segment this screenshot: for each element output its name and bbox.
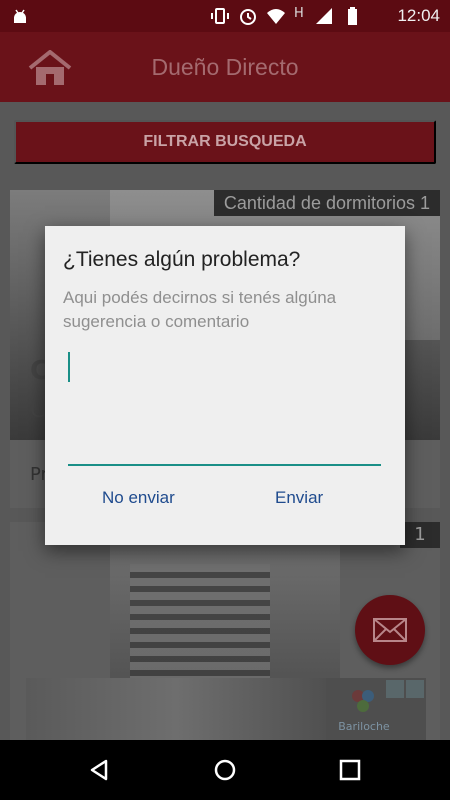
cancel-button[interactable]: No enviar [102, 488, 175, 508]
bedrooms-badge: 1 [400, 522, 440, 548]
ad-close-icon[interactable] [406, 680, 424, 698]
home-circle-icon[interactable] [213, 758, 237, 782]
recents-icon[interactable] [338, 758, 362, 782]
filter-search-button[interactable]: FILTRAR BUSQUEDA [14, 120, 436, 164]
navigation-bar [0, 740, 450, 800]
android-debug-icon [14, 9, 26, 23]
ad-info-icon[interactable] [386, 680, 404, 698]
dialog-message: Aqui podés decirnos si tenés algúna suge… [63, 288, 337, 331]
app-bar: Dueño Directo [0, 32, 450, 102]
mail-icon [373, 618, 407, 642]
bariloche-logo-icon [352, 690, 374, 712]
feedback-dialog: ¿Tienes algún problema? Aqui podés decir… [45, 226, 405, 545]
wifi-icon [266, 6, 286, 26]
ad-image [26, 678, 326, 740]
signal-icon [314, 6, 334, 26]
battery-icon [342, 6, 362, 26]
status-time: 12:04 [397, 6, 440, 25]
bedrooms-badge: Cantidad de dormitorios 1 [213, 190, 440, 216]
ad-logo: Bariloche [334, 686, 394, 733]
listing-subtitle: C [30, 398, 46, 423]
alarm-icon [238, 6, 258, 26]
back-icon[interactable] [88, 758, 112, 782]
ad-banner[interactable]: Bariloche [26, 678, 426, 740]
send-mail-fab[interactable] [355, 595, 425, 665]
network-type-label: H [294, 6, 304, 21]
feedback-input[interactable] [68, 346, 381, 466]
text-cursor [68, 352, 70, 382]
dialog-title: ¿Tienes algún problema? [63, 248, 301, 271]
vibrate-icon [210, 6, 230, 26]
status-bar: H 12:04 [0, 0, 450, 32]
ad-brand-text: Bariloche [338, 720, 390, 733]
send-button[interactable]: Enviar [275, 488, 323, 508]
app-title: Dueño Directo [151, 54, 299, 80]
